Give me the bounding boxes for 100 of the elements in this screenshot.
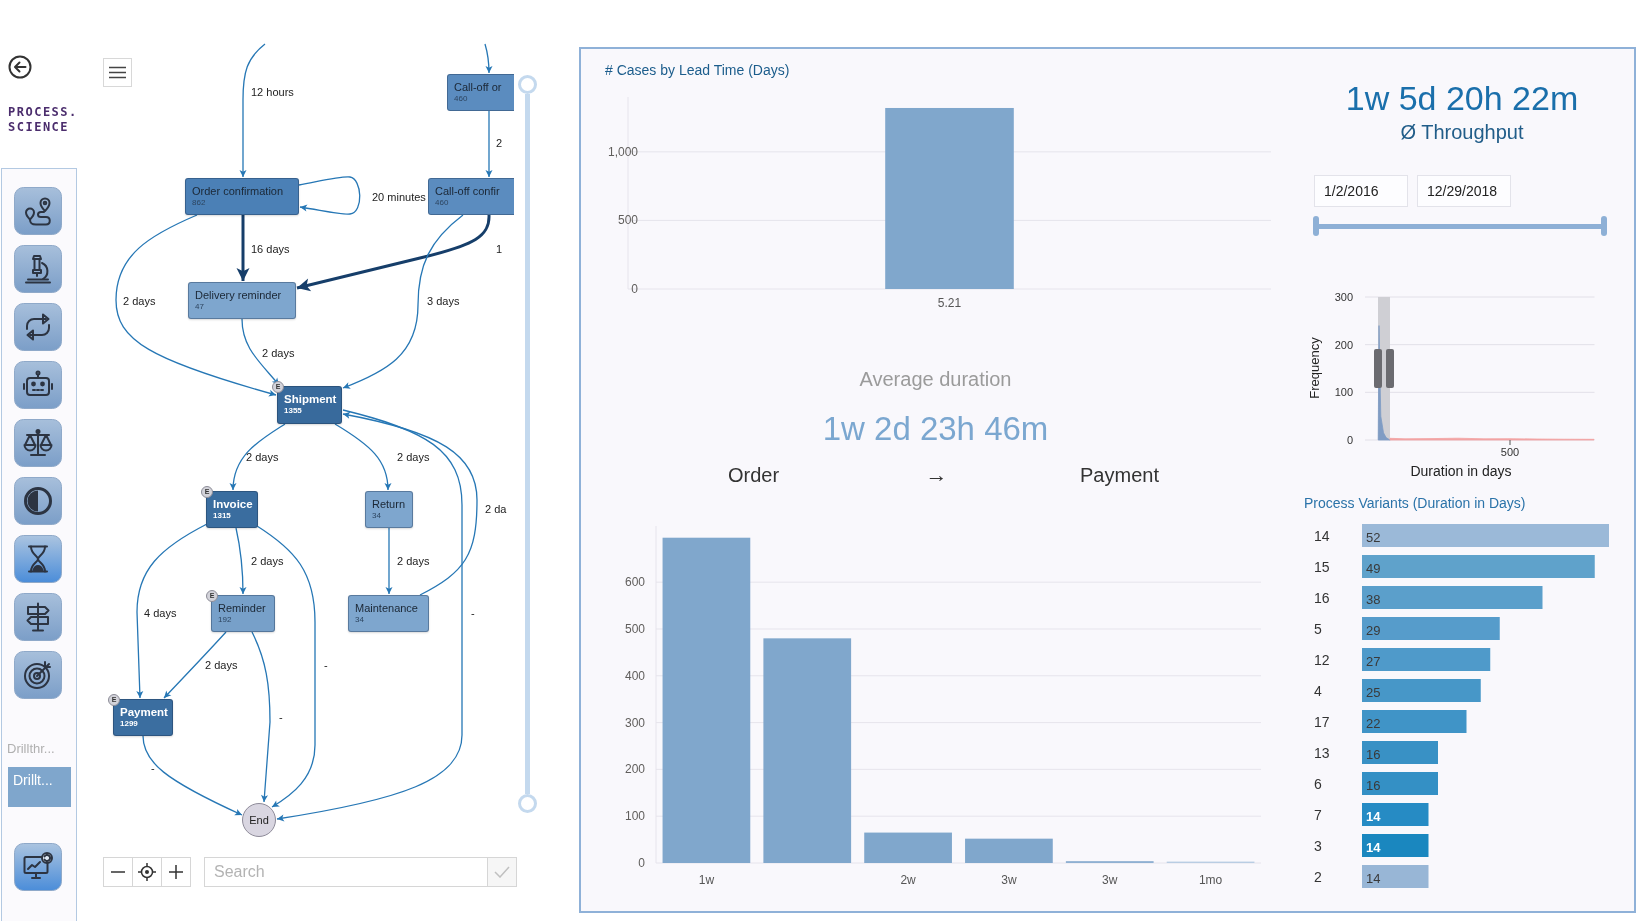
slider-handle[interactable] [518, 75, 537, 94]
date-field[interactable]: 12/29/2018 [1417, 175, 1511, 207]
zoom-in-button[interactable] [161, 857, 191, 887]
axis-tick-label: 0 [638, 856, 645, 870]
node-label: Return [372, 497, 406, 511]
bar-value-label: 14 [1366, 839, 1381, 855]
node-label: Call-off or [454, 80, 502, 94]
axis-title: Frequency [1307, 337, 1322, 399]
axis-tick-label: 200 [1334, 338, 1353, 351]
category-label: 17 [1314, 713, 1330, 730]
category-label: 14 [1314, 527, 1330, 544]
drillthrough-label: Drillthr... [7, 741, 55, 757]
repeat-arrows-icon[interactable] [14, 303, 62, 351]
signpost-icon[interactable] [14, 593, 62, 641]
node-count: 862 [192, 198, 206, 208]
axis-tick-label: 200 [624, 762, 645, 777]
edge-label: 1 [496, 242, 503, 256]
date-field[interactable]: 1/2/2016 [1314, 175, 1408, 207]
back-icon[interactable] [8, 55, 32, 79]
scales-icon[interactable] [14, 419, 62, 467]
category-label: 1w [698, 873, 715, 887]
monitor-chart-icon[interactable] [14, 843, 62, 891]
edge-label: - [151, 761, 155, 775]
edge-label: 2 days [123, 294, 156, 308]
bar-value-label: 14 [1366, 808, 1381, 824]
zoom-out-button[interactable] [103, 857, 133, 887]
hourglass-icon[interactable] [14, 535, 62, 583]
edge-label: 16 days [251, 242, 290, 256]
kpi-label: Average duration [859, 367, 1012, 391]
target-icon[interactable] [14, 651, 62, 699]
category-label: 3w [1001, 873, 1017, 887]
map-pins-route-icon[interactable] [14, 187, 62, 235]
category-label: 5 [1314, 620, 1322, 637]
robot-icon[interactable] [14, 361, 62, 409]
axis-tick-label: 100 [624, 809, 645, 824]
chart-bar [1362, 865, 1429, 888]
axis-tick-label: 100 [1334, 386, 1353, 399]
start-activity-label: Order [727, 463, 780, 487]
node-count: 1299 [120, 719, 138, 729]
category-label: 6 [1314, 775, 1322, 792]
microscope-icon[interactable] [14, 245, 62, 293]
node-label: Order confirmation [192, 184, 284, 198]
axis-tick-label: 500 [624, 621, 645, 636]
node-count: 460 [435, 198, 449, 208]
kpi-value: 1w 2d 23h 46m [822, 409, 1049, 449]
chart-bar [1362, 834, 1429, 857]
logo-text: PROCESS. [8, 105, 78, 120]
bar-value-label: 25 [1366, 684, 1381, 700]
axis-title: Duration in days [1410, 463, 1512, 479]
axis-tick-label: 500 [617, 213, 638, 228]
bar-value-label: 49 [1366, 560, 1381, 576]
axis-tick-label: 1,000 [607, 144, 638, 159]
edge-label: 2 days [246, 450, 279, 464]
bar-value-label: 22 [1366, 715, 1381, 731]
bar-value-label: 38 [1366, 591, 1381, 607]
edge-label: - [279, 710, 283, 724]
node-label: Shipment [284, 392, 337, 406]
bar-value-label: 52 [1366, 529, 1381, 545]
range-handle[interactable] [1601, 216, 1607, 236]
menu-icon [109, 66, 126, 79]
edge-label: 3 days [427, 294, 460, 308]
category-label: 3 [1314, 837, 1322, 854]
edge-label: - [324, 658, 328, 672]
axis-tick-label: 600 [624, 575, 645, 590]
search-field[interactable]: Search [204, 857, 487, 887]
minus-icon [111, 871, 125, 873]
category-label: 1mo [1198, 873, 1223, 887]
edge-label: 20 minutes [372, 190, 426, 204]
crosshair-icon [138, 863, 156, 881]
node-count: 34 [355, 615, 364, 625]
chart-title: # Cases by Lead Time (Days) [605, 61, 791, 79]
node-count: 1355 [284, 406, 302, 416]
center-view-button[interactable] [132, 857, 162, 887]
category-label: 2w [900, 873, 916, 887]
menu-button[interactable] [103, 58, 132, 87]
bar-value-label: 16 [1366, 746, 1381, 762]
axis-tick-label: 400 [624, 668, 645, 683]
logo-text: SCIENCE [8, 120, 70, 135]
end-activity-label: Payment [1080, 463, 1159, 487]
edge-label: 2 days [251, 554, 284, 568]
category-label: 4 [1314, 682, 1322, 699]
slider-handle[interactable] [518, 794, 537, 813]
category-label: 12 [1314, 651, 1330, 668]
check-icon [494, 866, 510, 878]
node-count: 1315 [213, 511, 231, 521]
edge-label: 12 hours [251, 85, 294, 99]
node-count: 192 [218, 615, 232, 625]
range-handle[interactable] [1313, 216, 1319, 236]
node-label: Reminder [218, 601, 266, 615]
category-label: 5.21 [937, 296, 962, 310]
category-label: 3w [1102, 873, 1118, 887]
node-label: Maintenance [355, 601, 418, 615]
edge-label: 2 days [397, 450, 430, 464]
bar-value-label: 14 [1366, 870, 1381, 886]
edge-label: 4 days [144, 606, 177, 620]
axis-tick-label: 300 [624, 715, 645, 730]
end-node: End [242, 803, 276, 837]
plus-icon [169, 865, 183, 879]
node-label: Invoice [213, 497, 253, 511]
axis-tick-label: 0 [1346, 434, 1353, 446]
